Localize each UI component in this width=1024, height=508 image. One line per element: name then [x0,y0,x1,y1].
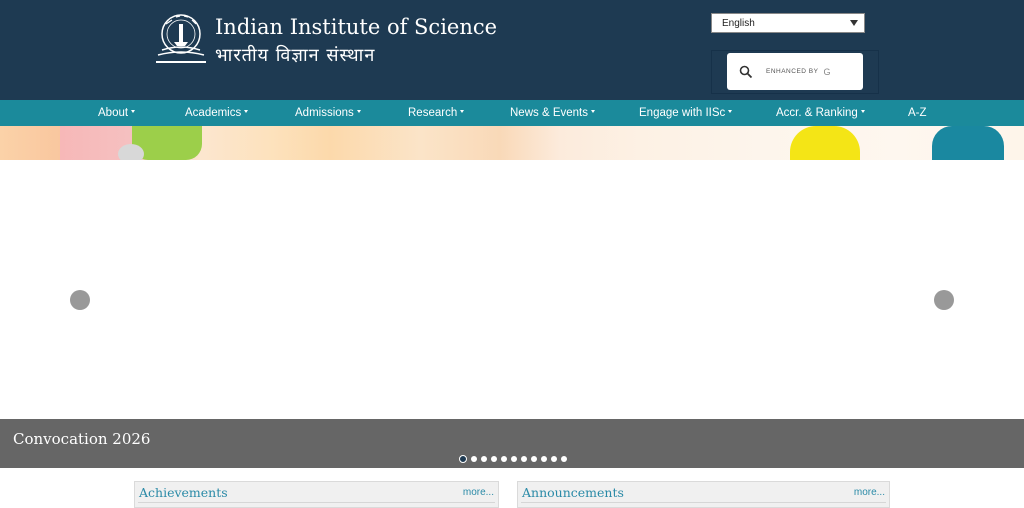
nav-item-accreditation-ranking[interactable]: Accr. & Ranking [776,100,865,126]
announcements-panel: Announcements more... [517,481,890,508]
banner-decor-teal [932,126,1004,160]
carousel-dot-5[interactable] [501,456,507,462]
carousel-pagination [459,455,571,464]
announcements-more-link[interactable]: more... [854,487,885,498]
announcements-title[interactable]: Announcements [522,485,624,500]
search-enhanced-label: ENHANCED BY [766,68,819,75]
carousel-dot-2[interactable] [471,456,477,462]
caret-down-icon [244,110,249,114]
caret-down-icon [728,110,733,114]
iisc-logo-icon[interactable] [152,12,210,70]
nav-item-admissions[interactable]: Admissions [295,100,361,126]
site-header: Indian Institute of Science भारतीय विज्ञ… [0,0,1024,100]
search-input[interactable]: ENHANCED BY G [727,53,863,90]
nav-item-news-events[interactable]: News & Events [510,100,595,126]
site-title-hindi[interactable]: भारतीय विज्ञान संस्थान [215,43,375,67]
nav-item-academics[interactable]: Academics [185,100,249,126]
nav-item-a-z[interactable]: A-Z [908,100,927,126]
carousel-dot-3[interactable] [481,456,487,462]
banner-image-strip [0,126,1024,160]
panel-divider [138,502,495,503]
caret-down-icon [860,110,865,114]
language-select-value: English [722,17,755,29]
language-select[interactable]: English [711,13,865,33]
caret-down-icon [356,110,361,114]
hero-carousel-slide[interactable] [0,160,1024,420]
caret-down-icon [590,110,595,114]
carousel-caption[interactable]: Convocation 2026 [13,430,150,448]
achievements-title[interactable]: Achievements [139,485,228,500]
nav-item-about[interactable]: About [98,100,136,126]
achievements-more-link[interactable]: more... [463,487,494,498]
nav-item-engage[interactable]: Engage with IISc [639,100,733,126]
carousel-next-button[interactable] [934,290,954,310]
carousel-dot-10[interactable] [551,456,557,462]
search-provider-glyph: G [823,66,831,77]
carousel-dot-7[interactable] [521,456,527,462]
caret-down-icon [460,110,465,114]
achievements-panel: Achievements more... [134,481,499,508]
caret-down-icon [131,110,136,114]
carousel-dot-1[interactable] [459,455,467,463]
banner-decor-gray [118,144,144,160]
carousel-dot-8[interactable] [531,456,537,462]
nav-item-research[interactable]: Research [408,100,465,126]
search-icon[interactable] [739,65,753,79]
site-title[interactable]: Indian Institute of Science [215,15,497,39]
chevron-down-icon [850,20,858,26]
panel-divider [521,502,886,503]
carousel-prev-button[interactable] [70,290,90,310]
carousel-dot-6[interactable] [511,456,517,462]
banner-decor-yellow [790,126,860,160]
carousel-dot-9[interactable] [541,456,547,462]
main-nav: About Academics Admissions Research News… [0,100,1024,126]
carousel-dot-4[interactable] [491,456,497,462]
carousel-dot-11[interactable] [561,456,567,462]
